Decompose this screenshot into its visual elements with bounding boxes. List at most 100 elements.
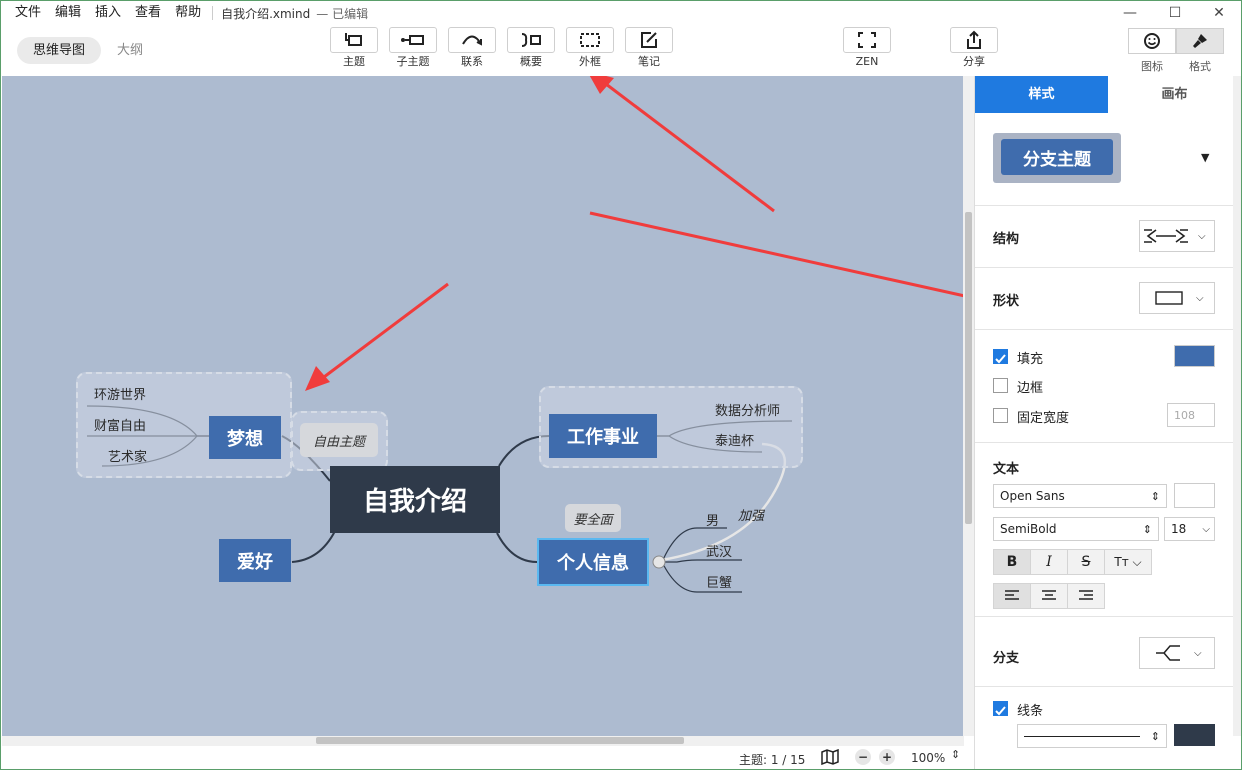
menu-separator	[212, 6, 214, 20]
topic-icon	[330, 27, 378, 53]
minimize-button[interactable]: —	[1107, 1, 1153, 25]
fixed-width-input[interactable]: 108	[1167, 403, 1215, 427]
branch-label: 分支	[993, 651, 1020, 666]
zoom-in-button[interactable]: +	[879, 749, 895, 765]
close-button[interactable]: ✕	[1196, 1, 1241, 25]
line-color-swatch[interactable]	[1174, 724, 1215, 746]
menu-view[interactable]: 查看	[128, 1, 168, 25]
icon-panel-button[interactable]: 图标	[1128, 28, 1176, 74]
alignment-buttons	[993, 583, 1105, 609]
preview-dropdown-icon[interactable]: ▼	[1201, 151, 1209, 164]
zoom-level[interactable]: 100%	[911, 751, 945, 765]
align-left-button[interactable]	[993, 583, 1031, 609]
vertical-scroll-thumb[interactable]	[965, 212, 972, 524]
line-checkbox[interactable]	[993, 701, 1008, 716]
subtopic-tool[interactable]: 子主题	[388, 27, 438, 68]
bold-button[interactable]: B	[993, 549, 1031, 575]
note-icon	[625, 27, 673, 53]
topic-career[interactable]: 工作事业	[549, 414, 657, 458]
font-size-select[interactable]: 18 ⌵	[1164, 517, 1215, 541]
tab-outline[interactable]: 大纲	[101, 37, 159, 64]
topic-central[interactable]: 自我介绍	[330, 466, 500, 533]
structure-dropdown[interactable]: ⌵	[1139, 220, 1215, 252]
horizontal-scroll-thumb[interactable]	[316, 737, 684, 744]
align-right-button[interactable]	[1067, 583, 1105, 609]
fixed-width-checkbox[interactable]	[993, 408, 1008, 423]
subtopic-label: 子主题	[396, 55, 430, 68]
branch-style-icon	[1156, 645, 1180, 661]
canvas-vertical-scrollbar[interactable]	[963, 76, 974, 736]
tab-mindmap[interactable]: 思维导图	[17, 37, 102, 64]
topic-personal-info[interactable]: 个人信息	[537, 538, 649, 586]
text-color-swatch[interactable]	[1174, 483, 1215, 508]
align-center-button[interactable]	[1030, 583, 1068, 609]
style-preview-section: 分支主题 ▼	[975, 113, 1234, 206]
font-family-value: Open Sans	[1000, 489, 1065, 503]
topic-label: 主题	[343, 55, 365, 68]
border-label: 边框	[1017, 381, 1044, 396]
view-tabs: 思维导图 大纲	[17, 37, 159, 64]
mindmap-canvas[interactable]: 环游世界 财富自由 艺术家 梦想 自由主题 自我介绍 爱好 工作事业 数据分析师…	[2, 76, 964, 736]
shape-dropdown[interactable]: ⌵	[1139, 282, 1215, 314]
shape-section: 形状 ⌵	[975, 268, 1234, 330]
relationship-tool[interactable]: 联系	[447, 27, 497, 68]
updown-icon: ⇕	[1142, 522, 1152, 536]
italic-button[interactable]: I	[1030, 549, 1068, 575]
callout-comprehensive[interactable]: 要全面	[565, 504, 621, 532]
relationship-label[interactable]: 加强	[738, 505, 764, 524]
canvas-horizontal-scrollbar[interactable]	[2, 736, 964, 746]
note-tool[interactable]: 笔记	[624, 27, 674, 68]
structure-label: 结构	[993, 232, 1020, 247]
topic-dream[interactable]: 梦想	[209, 416, 281, 459]
tab-style[interactable]: 样式	[975, 76, 1108, 113]
menu-file[interactable]: 文件	[1, 1, 48, 25]
font-weight-select[interactable]: SemiBold ⇕	[993, 517, 1159, 541]
style-preview-label: 分支主题	[1001, 139, 1113, 175]
format-label: 格式	[1189, 60, 1211, 73]
shape-label: 形状	[993, 294, 1020, 309]
dream-child-wealth[interactable]: 财富自由	[94, 415, 146, 434]
border-checkbox[interactable]	[993, 378, 1008, 393]
font-family-select[interactable]: Open Sans ⇕	[993, 484, 1167, 508]
line-style-select[interactable]: ⇕	[1017, 724, 1167, 748]
zen-tool[interactable]: ZEN	[842, 27, 892, 68]
personal-child-male[interactable]: 男	[706, 510, 719, 529]
strikethrough-button[interactable]: S	[1067, 549, 1105, 575]
text-case-button[interactable]: Tт ⌵	[1104, 549, 1152, 575]
branch-dropdown[interactable]: ⌵	[1139, 637, 1215, 669]
menu-edit[interactable]: 编辑	[48, 1, 88, 25]
style-preview-frame[interactable]: 分支主题	[993, 133, 1121, 183]
career-child-teddy-cup[interactable]: 泰迪杯	[715, 430, 754, 449]
career-child-analyst[interactable]: 数据分析师	[715, 400, 780, 419]
topic-free[interactable]: 自由主题	[300, 423, 378, 457]
personal-child-wuhan[interactable]: 武汉	[706, 541, 732, 560]
share-icon	[950, 27, 998, 53]
share-tool[interactable]: 分享	[949, 27, 999, 68]
panel-scrollbar[interactable]	[1233, 76, 1241, 736]
zoom-stepper-icon[interactable]: ⇕	[951, 748, 960, 761]
zoom-out-button[interactable]: −	[855, 749, 871, 765]
topic-count: 主题: 1 / 15	[739, 753, 806, 767]
format-panel-button[interactable]: 格式	[1176, 28, 1224, 74]
fill-checkbox[interactable]	[993, 349, 1008, 364]
font-weight-value: SemiBold	[1000, 522, 1057, 536]
personal-child-cancer[interactable]: 巨蟹	[706, 572, 732, 591]
topic-tool[interactable]: 主题	[329, 27, 379, 68]
boundary-tool[interactable]: 外框	[565, 27, 615, 68]
zen-icon	[843, 27, 891, 53]
maximize-button[interactable]: ☐	[1152, 1, 1198, 25]
fill-color-swatch[interactable]	[1174, 345, 1215, 367]
app-window: { "menu": ["文件", "编辑", "插入", "查看", "帮助"]…	[0, 0, 1242, 770]
dream-child-travel[interactable]: 环游世界	[94, 384, 146, 403]
menu-help[interactable]: 帮助	[168, 1, 208, 25]
tab-canvas[interactable]: 画布	[1108, 76, 1241, 113]
boundary-label: 外框	[579, 55, 601, 68]
menu-insert[interactable]: 插入	[88, 1, 128, 25]
summary-tool[interactable]: 概要	[506, 27, 556, 68]
map-icon[interactable]	[821, 748, 839, 768]
structure-section: 结构 ⌵	[975, 206, 1234, 268]
topic-hobby[interactable]: 爱好	[219, 539, 291, 582]
dream-child-artist[interactable]: 艺术家	[108, 446, 147, 465]
icon-label: 图标	[1141, 60, 1163, 73]
text-section: 文本 Open Sans ⇕ SemiBold ⇕ 18 ⌵ B I S Tт …	[975, 443, 1234, 617]
